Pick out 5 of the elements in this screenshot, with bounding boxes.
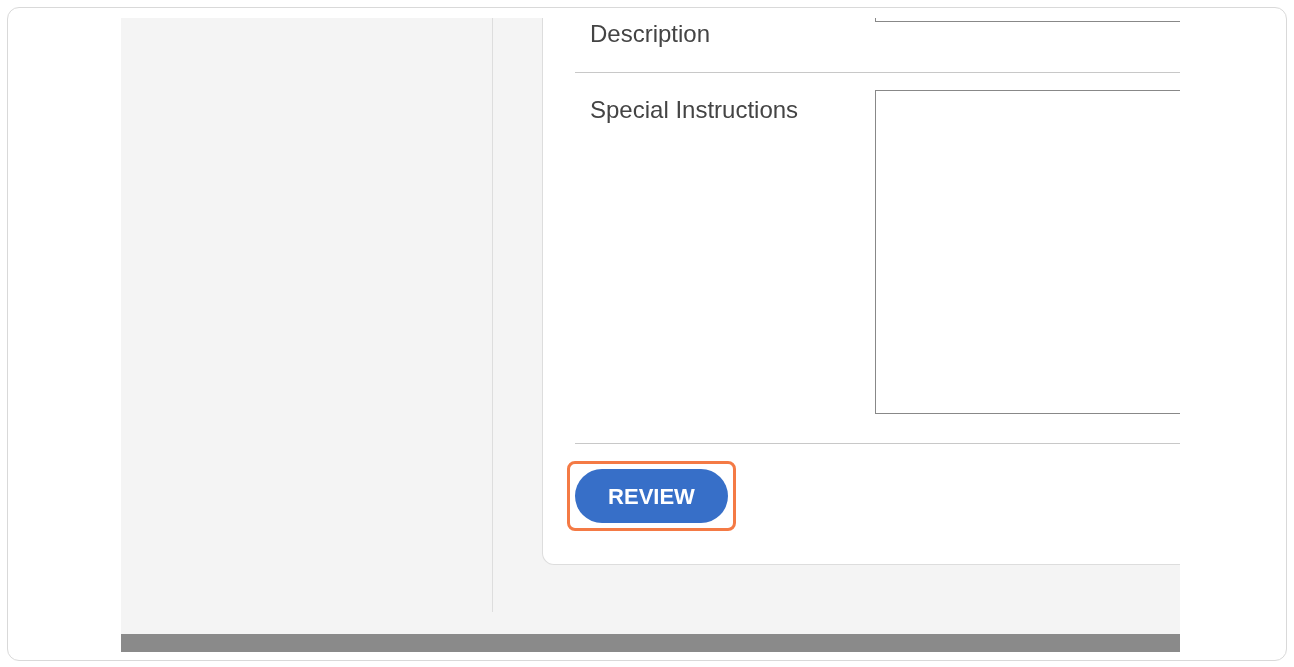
instructions-field[interactable] <box>875 90 1180 414</box>
field-label: Special Instructions <box>589 95 800 125</box>
description-field[interactable] <box>875 18 1180 22</box>
field-label: Description <box>589 19 712 49</box>
review-button[interactable]: REVIEW <box>575 469 728 523</box>
